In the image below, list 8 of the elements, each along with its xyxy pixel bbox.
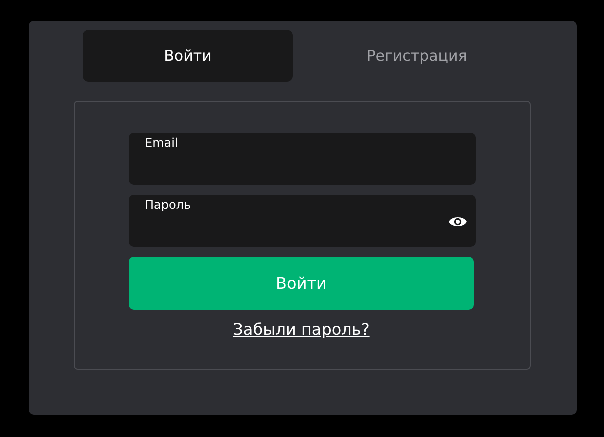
field-label: Email [145,136,178,150]
tab[interactable]: Войти [83,30,293,82]
input-field[interactable]: Email [129,133,476,185]
eye-icon[interactable] [449,216,467,228]
tab[interactable]: Регистрация [312,30,522,82]
input-field[interactable]: Пароль [129,195,476,247]
field-label: Пароль [145,198,192,212]
forgot-password-link[interactable]: Забыли пароль? [233,320,370,339]
